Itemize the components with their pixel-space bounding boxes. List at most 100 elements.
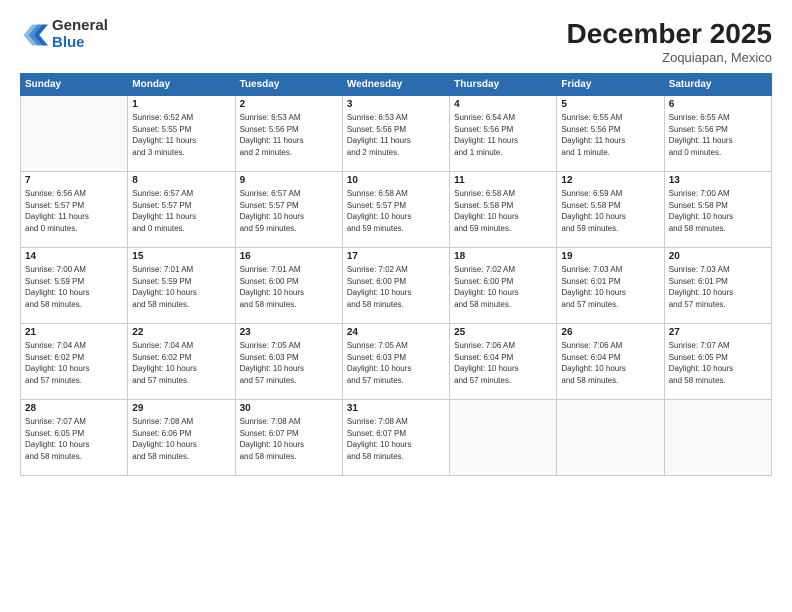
col-saturday: Saturday <box>664 74 771 96</box>
page: General Blue December 2025 Zoquiapan, Me… <box>0 0 792 612</box>
day-number: 2 <box>240 99 338 110</box>
location-subtitle: Zoquiapan, Mexico <box>567 50 772 65</box>
col-tuesday: Tuesday <box>235 74 342 96</box>
day-number: 22 <box>132 327 230 338</box>
calendar-cell: 11 Sunrise: 6:58 AMSunset: 5:58 PMDayligh… <box>450 172 557 248</box>
logo-icon <box>20 21 48 49</box>
day-info: Sunrise: 7:03 AMSunset: 6:01 PMDaylight:… <box>561 264 659 310</box>
day-info: Sunrise: 6:56 AMSunset: 5:57 PMDaylight:… <box>25 188 123 234</box>
day-number: 13 <box>669 175 767 186</box>
calendar-cell: 26 Sunrise: 7:06 AMSunset: 6:04 PMDayligh… <box>557 324 664 400</box>
calendar-week-row-5: 28 Sunrise: 7:07 AMSunset: 6:05 PMDayligh… <box>21 400 772 476</box>
col-monday: Monday <box>128 74 235 96</box>
day-info: Sunrise: 7:06 AMSunset: 6:04 PMDaylight:… <box>561 340 659 386</box>
day-number: 3 <box>347 99 445 110</box>
calendar-cell <box>450 400 557 476</box>
day-number: 23 <box>240 327 338 338</box>
day-number: 1 <box>132 99 230 110</box>
calendar-cell: 4Sunrise: 6:54 AMSunset: 5:56 PMDaylight… <box>450 96 557 172</box>
calendar-body: 1Sunrise: 6:52 AMSunset: 5:55 PMDaylight… <box>21 96 772 476</box>
day-info: Sunrise: 7:03 AMSunset: 6:01 PMDaylight:… <box>669 264 767 310</box>
calendar-cell <box>21 96 128 172</box>
day-info: Sunrise: 7:05 AMSunset: 6:03 PMDaylight:… <box>347 340 445 386</box>
day-number: 6 <box>669 99 767 110</box>
logo-blue-text: Blue <box>52 35 108 52</box>
day-number: 7 <box>25 175 123 186</box>
day-info: Sunrise: 7:04 AMSunset: 6:02 PMDaylight:… <box>25 340 123 386</box>
day-info: Sunrise: 6:55 AMSunset: 5:56 PMDaylight:… <box>561 112 659 158</box>
calendar-week-row-4: 21 Sunrise: 7:04 AMSunset: 6:02 PMDayligh… <box>21 324 772 400</box>
day-info: Sunrise: 7:02 AMSunset: 6:00 PMDaylight:… <box>454 264 552 310</box>
calendar-cell: 18 Sunrise: 7:02 AMSunset: 6:00 PMDayligh… <box>450 248 557 324</box>
day-number: 17 <box>347 251 445 262</box>
day-number: 21 <box>25 327 123 338</box>
calendar-header-row: Sunday Monday Tuesday Wednesday Thursday… <box>21 74 772 96</box>
calendar-cell: 1Sunrise: 6:52 AMSunset: 5:55 PMDaylight… <box>128 96 235 172</box>
logo-text: General Blue <box>52 18 108 51</box>
month-title: December 2025 <box>567 18 772 50</box>
calendar-week-row-1: 1Sunrise: 6:52 AMSunset: 5:55 PMDaylight… <box>21 96 772 172</box>
calendar-cell: 21 Sunrise: 7:04 AMSunset: 6:02 PMDayligh… <box>21 324 128 400</box>
day-number: 27 <box>669 327 767 338</box>
calendar-cell: 2 Sunrise: 6:53 AMSunset: 5:56 PMDaylight… <box>235 96 342 172</box>
day-number: 10 <box>347 175 445 186</box>
col-sunday: Sunday <box>21 74 128 96</box>
col-friday: Friday <box>557 74 664 96</box>
day-info: Sunrise: 7:08 AMSunset: 6:06 PMDaylight:… <box>132 416 230 462</box>
day-info: Sunrise: 6:58 AMSunset: 5:58 PMDaylight:… <box>454 188 552 234</box>
day-number: 26 <box>561 327 659 338</box>
day-info: Sunrise: 7:08 AMSunset: 6:07 PMDaylight:… <box>347 416 445 462</box>
calendar-cell: 20 Sunrise: 7:03 AMSunset: 6:01 PMDayligh… <box>664 248 771 324</box>
calendar-week-row-2: 7 Sunrise: 6:56 AMSunset: 5:57 PMDaylight… <box>21 172 772 248</box>
title-section: December 2025 Zoquiapan, Mexico <box>567 18 772 65</box>
day-number: 19 <box>561 251 659 262</box>
day-number: 24 <box>347 327 445 338</box>
calendar-cell: 10Sunrise: 6:58 AMSunset: 5:57 PMDayligh… <box>342 172 449 248</box>
day-number: 5 <box>561 99 659 110</box>
day-number: 12 <box>561 175 659 186</box>
day-number: 9 <box>240 175 338 186</box>
calendar-cell: 5 Sunrise: 6:55 AMSunset: 5:56 PMDaylight… <box>557 96 664 172</box>
calendar-cell: 15 Sunrise: 7:01 AMSunset: 5:59 PMDayligh… <box>128 248 235 324</box>
calendar-table: Sunday Monday Tuesday Wednesday Thursday… <box>20 73 772 476</box>
day-number: 11 <box>454 175 552 186</box>
day-number: 15 <box>132 251 230 262</box>
day-number: 25 <box>454 327 552 338</box>
day-number: 29 <box>132 403 230 414</box>
col-wednesday: Wednesday <box>342 74 449 96</box>
day-info: Sunrise: 7:07 AMSunset: 6:05 PMDaylight:… <box>25 416 123 462</box>
calendar-cell: 6 Sunrise: 6:55 AMSunset: 5:56 PMDaylight… <box>664 96 771 172</box>
calendar-cell: 7 Sunrise: 6:56 AMSunset: 5:57 PMDaylight… <box>21 172 128 248</box>
calendar-cell: 23Sunrise: 7:05 AMSunset: 6:03 PMDayligh… <box>235 324 342 400</box>
calendar-cell: 17 Sunrise: 7:02 AMSunset: 6:00 PMDayligh… <box>342 248 449 324</box>
day-number: 16 <box>240 251 338 262</box>
day-info: Sunrise: 6:57 AMSunset: 5:57 PMDaylight:… <box>132 188 230 234</box>
day-info: Sunrise: 7:04 AMSunset: 6:02 PMDaylight:… <box>132 340 230 386</box>
day-info: Sunrise: 7:01 AMSunset: 5:59 PMDaylight:… <box>132 264 230 310</box>
calendar-cell: 9Sunrise: 6:57 AMSunset: 5:57 PMDaylight… <box>235 172 342 248</box>
calendar-cell: 14Sunrise: 7:00 AMSunset: 5:59 PMDayligh… <box>21 248 128 324</box>
day-number: 8 <box>132 175 230 186</box>
day-number: 28 <box>25 403 123 414</box>
day-info: Sunrise: 6:53 AMSunset: 5:56 PMDaylight:… <box>347 112 445 158</box>
calendar-cell: 24 Sunrise: 7:05 AMSunset: 6:03 PMDayligh… <box>342 324 449 400</box>
calendar-week-row-3: 14Sunrise: 7:00 AMSunset: 5:59 PMDayligh… <box>21 248 772 324</box>
day-info: Sunrise: 6:53 AMSunset: 5:56 PMDaylight:… <box>240 112 338 158</box>
calendar-cell: 25Sunrise: 7:06 AMSunset: 6:04 PMDayligh… <box>450 324 557 400</box>
calendar-cell: 12 Sunrise: 6:59 AMSunset: 5:58 PMDayligh… <box>557 172 664 248</box>
header: General Blue December 2025 Zoquiapan, Me… <box>20 18 772 65</box>
day-info: Sunrise: 7:02 AMSunset: 6:00 PMDaylight:… <box>347 264 445 310</box>
day-number: 20 <box>669 251 767 262</box>
calendar-cell: 27Sunrise: 7:07 AMSunset: 6:05 PMDayligh… <box>664 324 771 400</box>
col-thursday: Thursday <box>450 74 557 96</box>
day-number: 18 <box>454 251 552 262</box>
calendar-cell: 29 Sunrise: 7:08 AMSunset: 6:06 PMDayligh… <box>128 400 235 476</box>
day-info: Sunrise: 6:55 AMSunset: 5:56 PMDaylight:… <box>669 112 767 158</box>
day-info: Sunrise: 7:00 AMSunset: 5:58 PMDaylight:… <box>669 188 767 234</box>
calendar-cell: 8 Sunrise: 6:57 AMSunset: 5:57 PMDaylight… <box>128 172 235 248</box>
calendar-cell: 28 Sunrise: 7:07 AMSunset: 6:05 PMDayligh… <box>21 400 128 476</box>
day-info: Sunrise: 7:08 AMSunset: 6:07 PMDaylight:… <box>240 416 338 462</box>
day-number: 4 <box>454 99 552 110</box>
day-info: Sunrise: 6:59 AMSunset: 5:58 PMDaylight:… <box>561 188 659 234</box>
calendar-cell: 13 Sunrise: 7:00 AMSunset: 5:58 PMDayligh… <box>664 172 771 248</box>
